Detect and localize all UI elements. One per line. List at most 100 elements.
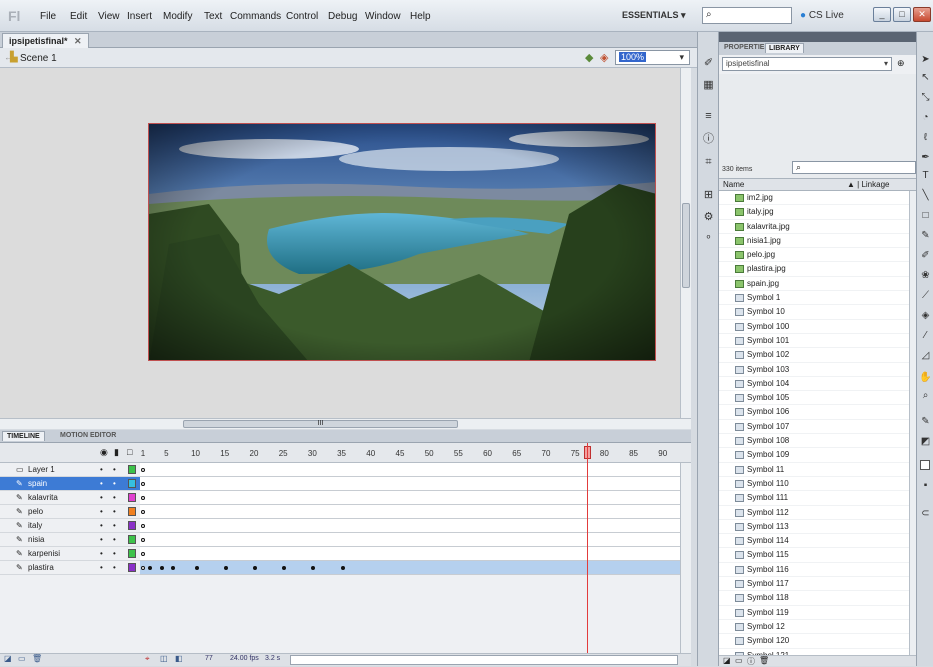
- menu-insert[interactable]: Insert: [127, 11, 152, 22]
- edit-scene-icon[interactable]: ◆: [585, 51, 593, 64]
- library-item[interactable]: Symbol 114: [719, 534, 909, 549]
- menu-edit[interactable]: Edit: [70, 11, 87, 22]
- library-item[interactable]: Symbol 113: [719, 520, 909, 535]
- layer-visibility-dots[interactable]: • •: [100, 479, 120, 488]
- cs-live-button[interactable]: ● CS Live: [800, 10, 844, 21]
- hand-tool-icon[interactable]: ✋: [919, 372, 932, 386]
- library-item[interactable]: Symbol 1: [719, 291, 909, 306]
- scroll-thumb[interactable]: [682, 203, 690, 288]
- brush-tool-icon[interactable]: ✐: [919, 250, 932, 264]
- stage-vertical-scrollbar[interactable]: [680, 68, 691, 418]
- library-item[interactable]: Symbol 11: [719, 463, 909, 477]
- align-icon[interactable]: ≡: [701, 110, 716, 124]
- bone-tool-icon[interactable]: ⟋: [919, 290, 932, 304]
- close-icon[interactable]: ✕: [74, 36, 82, 46]
- new-folder-icon[interactable]: ▭: [735, 656, 743, 665]
- keyframe[interactable]: [223, 566, 228, 570]
- info-icon[interactable]: ⓘ: [701, 130, 716, 145]
- layer-outline-swatch[interactable]: [128, 479, 136, 488]
- transform-icon[interactable]: ⌗: [701, 156, 716, 170]
- layer-frames[interactable]: [140, 491, 680, 505]
- library-item[interactable]: Symbol 115: [719, 548, 909, 563]
- library-item[interactable]: Symbol 108: [719, 434, 909, 449]
- library-item[interactable]: Symbol 116: [719, 563, 909, 578]
- layer-visibility-dots[interactable]: • •: [100, 535, 120, 544]
- zoom-select[interactable]: 100% ▾: [615, 50, 690, 65]
- keyframe[interactable]: [311, 566, 316, 570]
- library-item[interactable]: Symbol 117: [719, 577, 909, 592]
- stage-image[interactable]: [148, 123, 656, 361]
- swatches-icon[interactable]: ▦: [701, 78, 716, 92]
- menu-view[interactable]: View: [98, 11, 120, 22]
- layer-row[interactable]: ✎ nisia • •: [0, 533, 140, 547]
- library-item[interactable]: Symbol 111: [719, 491, 909, 506]
- layer-row[interactable]: ✎ karpenisi • •: [0, 547, 140, 561]
- tab-motion-editor[interactable]: MOTION EDITOR: [56, 431, 120, 440]
- layer-visibility-dots[interactable]: • •: [100, 465, 120, 474]
- eyedropper-tool-icon[interactable]: ⁄: [919, 330, 932, 344]
- layer-outline-swatch[interactable]: [128, 535, 136, 544]
- library-item[interactable]: Symbol 100: [719, 320, 909, 334]
- pin-icon[interactable]: ⊕: [897, 58, 905, 69]
- color-icon[interactable]: ✐: [701, 56, 716, 70]
- code-snippets-icon[interactable]: ∘: [701, 230, 716, 244]
- keyframe[interactable]: [340, 566, 345, 570]
- help-search-input[interactable]: ⌕: [702, 7, 792, 24]
- workspace-switcher[interactable]: ESSENTIALS ▾: [622, 10, 686, 21]
- library-item[interactable]: Symbol 120: [719, 634, 909, 649]
- lasso-tool-icon[interactable]: ℓ: [919, 132, 932, 146]
- layer-visibility-dots[interactable]: • •: [100, 493, 120, 502]
- menu-text[interactable]: Text: [204, 11, 222, 22]
- library-item[interactable]: kalavrita.jpg: [719, 220, 909, 234]
- layer-frames[interactable]: [140, 519, 680, 533]
- zoom-tool-icon[interactable]: ⌕: [919, 390, 932, 404]
- eye-icon[interactable]: ◉: [100, 447, 108, 458]
- deco-tool-icon[interactable]: ❀: [919, 270, 932, 284]
- library-item[interactable]: Symbol 10: [719, 305, 909, 320]
- rectangle-tool-icon[interactable]: □: [919, 210, 932, 224]
- layer-visibility-dots[interactable]: • •: [100, 563, 120, 572]
- line-tool-icon[interactable]: ╲: [919, 190, 932, 204]
- library-item[interactable]: Symbol 105: [719, 391, 909, 406]
- keyframe[interactable]: [141, 566, 145, 570]
- stroke-color-icon[interactable]: ✎: [919, 416, 932, 430]
- layer-frames[interactable]: [140, 463, 680, 477]
- layer-row[interactable]: ✎ spain • •: [0, 477, 140, 491]
- properties-icon[interactable]: ⓘ: [747, 656, 755, 667]
- maximize-button[interactable]: □: [893, 7, 911, 22]
- layer-outline-swatch[interactable]: [128, 521, 136, 530]
- menu-help[interactable]: Help: [410, 11, 431, 22]
- fill-swatch[interactable]: [920, 460, 930, 470]
- library-item[interactable]: Symbol 104: [719, 377, 909, 392]
- pen-tool-icon[interactable]: ✒: [919, 152, 932, 166]
- keyframe[interactable]: [141, 468, 145, 472]
- library-item[interactable]: pelo.jpg: [719, 248, 909, 263]
- library-item[interactable]: Symbol 103: [719, 363, 909, 377]
- menu-file[interactable]: File: [40, 11, 56, 22]
- tab-library[interactable]: LIBRARY: [765, 43, 804, 53]
- library-item[interactable]: nisia1.jpg: [719, 234, 909, 249]
- library-item[interactable]: Symbol 109: [719, 448, 909, 463]
- keyframe[interactable]: [252, 566, 257, 570]
- selection-tool-icon[interactable]: ➤: [919, 54, 932, 68]
- close-button[interactable]: ✕: [913, 7, 931, 22]
- layer-frames[interactable]: [140, 505, 680, 519]
- layer-visibility-dots[interactable]: • •: [100, 521, 120, 530]
- keyframe[interactable]: [141, 496, 145, 500]
- new-folder-icon[interactable]: ▭: [18, 654, 26, 663]
- 3d-rotation-tool-icon[interactable]: ◔: [919, 112, 932, 126]
- column-linkage[interactable]: ▲ | Linkage: [847, 180, 889, 189]
- column-name[interactable]: Name: [723, 180, 744, 189]
- library-item[interactable]: Symbol 107: [719, 420, 909, 435]
- layer-row[interactable]: ✎ plastira • •: [0, 561, 140, 575]
- timeline-horizontal-scrollbar[interactable]: [290, 655, 678, 665]
- library-item[interactable]: Symbol 106: [719, 405, 909, 420]
- pencil-tool-icon[interactable]: ✎: [919, 230, 932, 244]
- layer-visibility-dots[interactable]: • •: [100, 507, 120, 516]
- paint-bucket-tool-icon[interactable]: ◈: [919, 310, 932, 324]
- library-item[interactable]: Symbol 101: [719, 334, 909, 349]
- onion-skin-icon[interactable]: ◫: [160, 654, 168, 663]
- library-vertical-scrollbar[interactable]: [909, 191, 916, 655]
- keyframe[interactable]: [282, 566, 287, 570]
- document-tab[interactable]: ipsipetisfinal* ✕: [2, 33, 89, 48]
